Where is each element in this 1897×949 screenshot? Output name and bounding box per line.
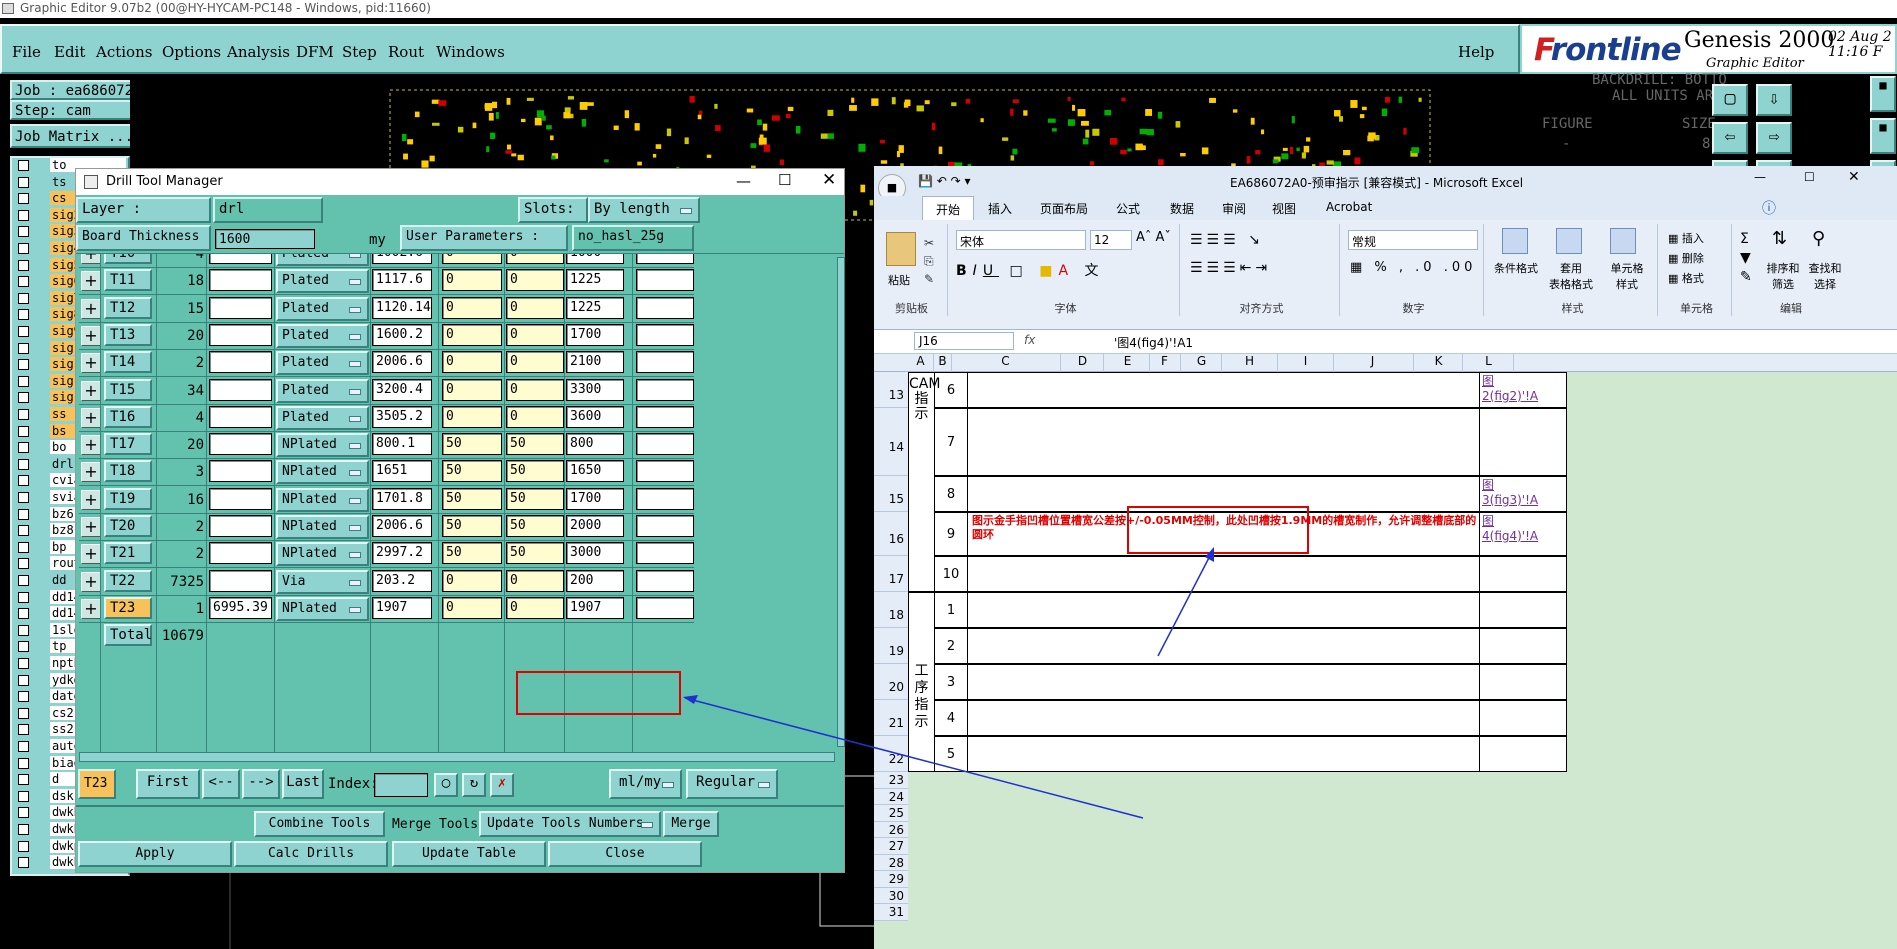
annotation-arrow — [684, 697, 1144, 819]
annotation-arrow-2 — [1157, 549, 1214, 657]
highlight-box-note — [1127, 506, 1309, 554]
desktop: Graphic Editor 9.07b2 (00@HY-HYCAM-PC148… — [0, 0, 1897, 949]
arrow-head-1 — [683, 695, 698, 704]
annotation-overlay — [516, 506, 1309, 819]
highlight-box-tool-row — [516, 671, 681, 715]
arrow-head-2 — [1205, 547, 1214, 562]
